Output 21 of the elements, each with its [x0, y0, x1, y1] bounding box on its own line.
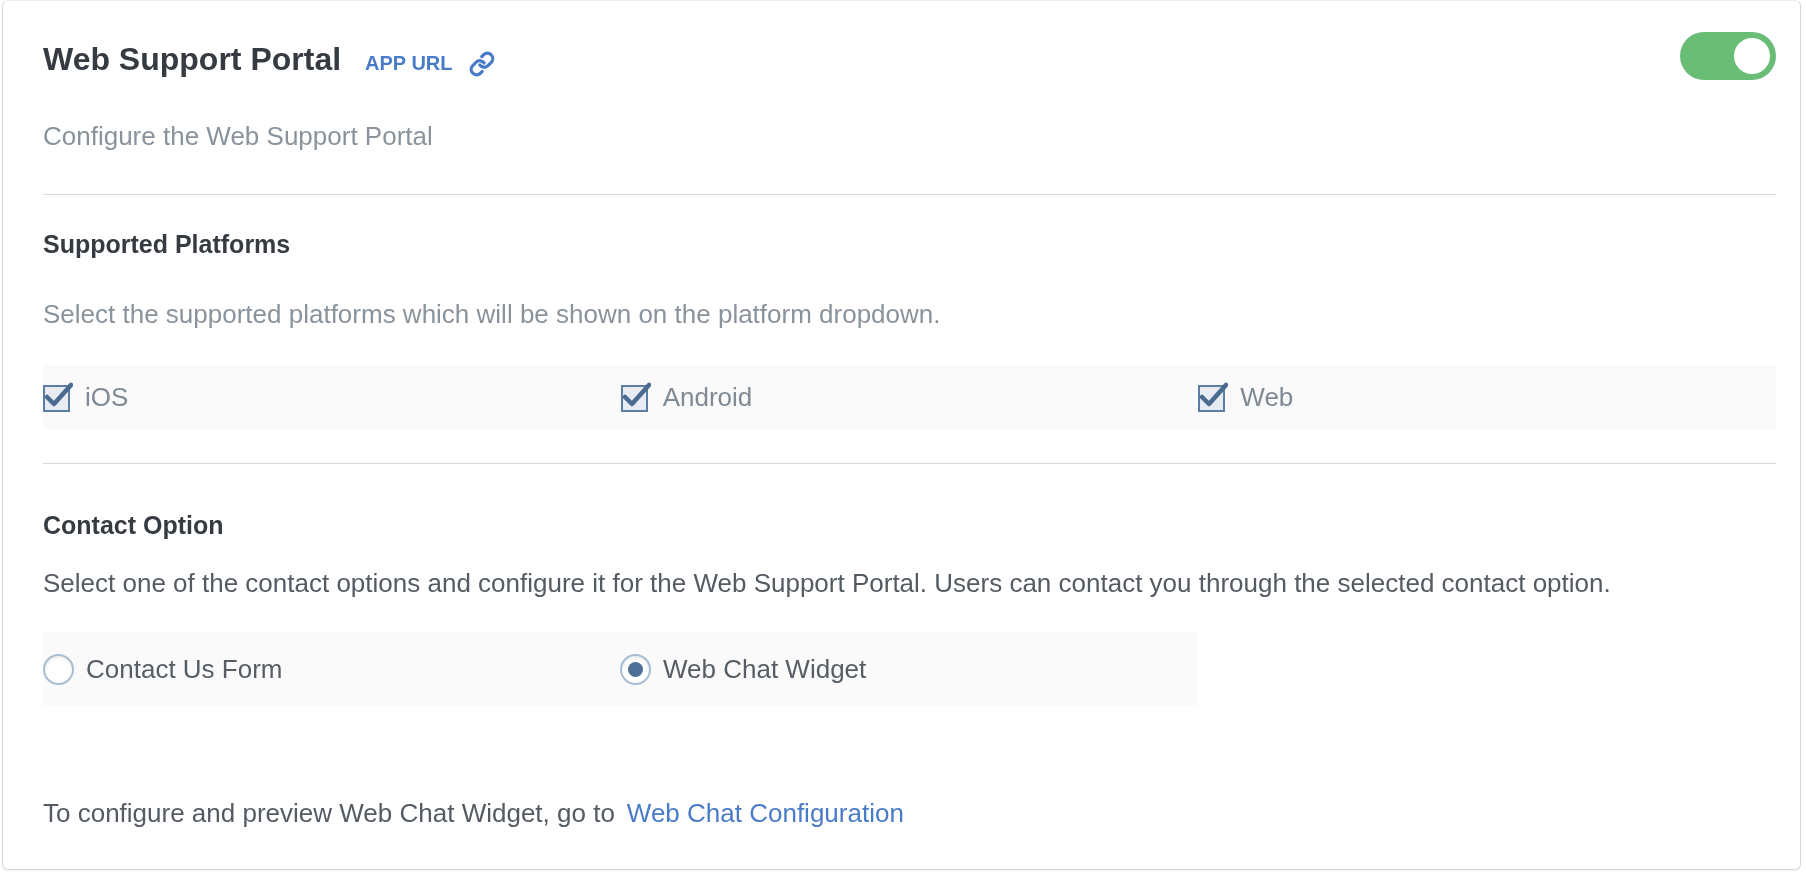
configuration-note: To configure and preview Web Chat Widget, go to	[43, 797, 615, 829]
section-heading: Contact Option	[43, 510, 225, 540]
card-description: Configure the Web Support Portal	[43, 120, 434, 152]
radio-button[interactable]	[43, 653, 74, 685]
link-icon	[468, 50, 495, 77]
section-description: Select the supported platforms which will be shown on the platform dropdown.	[43, 298, 942, 330]
card-title: Web Support Portal	[43, 40, 342, 79]
radio-label: Contact Us Form	[86, 653, 283, 685]
web-chat-configuration-link[interactable]: Web Chat Configuration	[626, 797, 904, 829]
checkbox-label: iOS	[85, 381, 129, 413]
checkbox[interactable]	[620, 382, 651, 412]
section-description: Select one of the contact options and configure it for the Web Support Portal. Users can contact you through the selected contact option.	[43, 567, 1612, 599]
app-url-link[interactable]: APP URL	[365, 50, 495, 77]
radio-label: Web Chat Widget	[663, 653, 867, 685]
section-heading: Supported Platforms	[43, 229, 292, 259]
checkbox[interactable]	[1198, 382, 1229, 412]
radio-button[interactable]	[620, 653, 651, 685]
checkbox-label: Web	[1240, 381, 1294, 413]
checkbox[interactable]	[43, 382, 73, 412]
checkbox-label: Android	[662, 381, 753, 413]
toggle-switch[interactable]	[1680, 32, 1776, 80]
